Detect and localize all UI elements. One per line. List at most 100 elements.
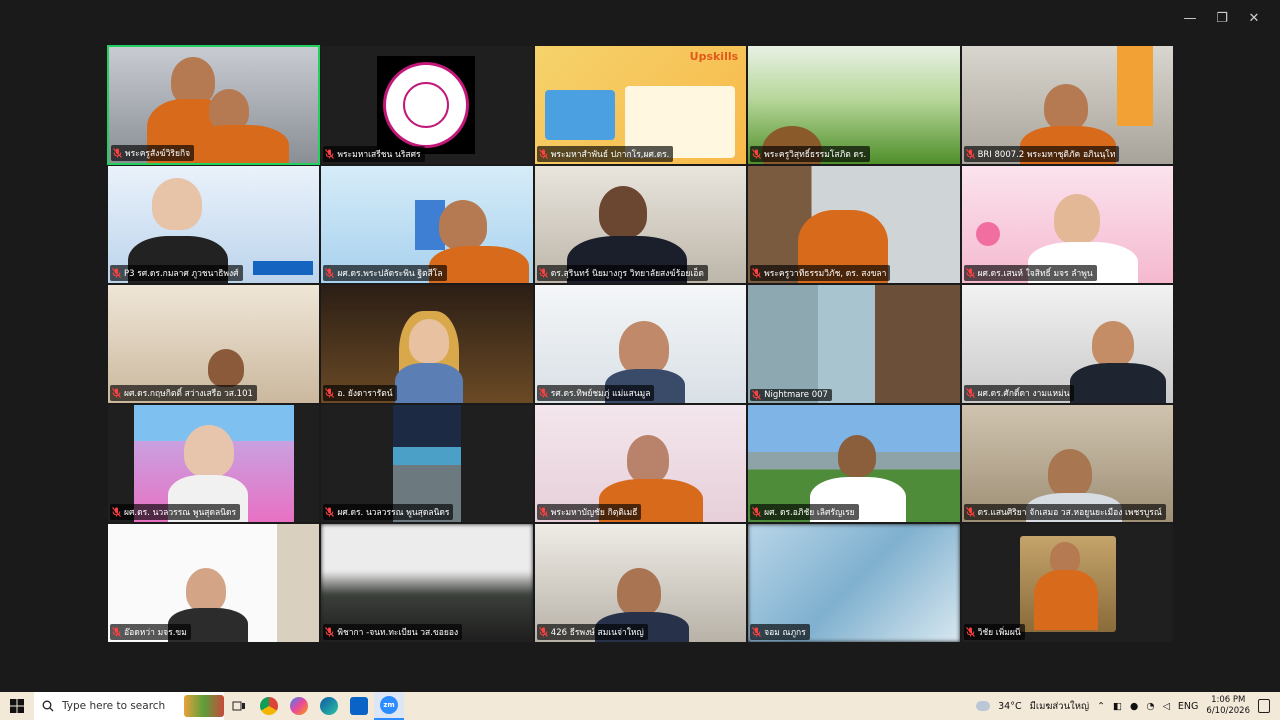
participant-name: BRI 8007.2 พระมหาชุติภัค อภินนฺโท bbox=[977, 149, 1116, 160]
participant-tile[interactable]: ดร.สุรินทร์ นิยมางกูร วิทยาลัยสงฆ์ร้อยเอ… bbox=[533, 164, 748, 285]
language-indicator[interactable]: ENG bbox=[1178, 701, 1198, 712]
participant-name-bar: พระมหาเสรีชน นริสศร bbox=[323, 145, 425, 162]
muted-mic-icon bbox=[538, 507, 548, 518]
muted-mic-icon bbox=[752, 389, 762, 400]
weather-temp[interactable]: 34°C bbox=[998, 701, 1021, 712]
participant-tile[interactable]: 426 ธีรพงษ์ สมเนจ่าใหญ่ bbox=[533, 523, 748, 643]
chrome-app-button[interactable] bbox=[254, 692, 284, 720]
taskbar-clock[interactable]: 1:06 PM 6/10/2026 bbox=[1206, 695, 1250, 717]
participant-name: ผศ. ดร.อภิชัย เลิศรัญเรย bbox=[764, 508, 855, 519]
participant-tile[interactable]: Nightmare 007 bbox=[747, 284, 961, 404]
taskbar: Type here to search zm 34°C มีเมฆส่วนใหญ… bbox=[0, 692, 1280, 720]
participant-name-bar: ผศ.ดร.ศักดิ์ดา งามแหม่น bbox=[963, 384, 1074, 401]
participant-tile[interactable]: ผศ.ดร. นวลวรรณ พูนสุดลนิดร bbox=[107, 403, 321, 524]
muted-mic-icon bbox=[325, 387, 335, 398]
participant-name-bar: อ๊อดหว่า มจร.ขม bbox=[110, 623, 191, 640]
participant-tile[interactable]: ผศ.ดร.กฤษกิตติ์ สว่างเสรือ วส.101 bbox=[107, 284, 321, 404]
participant-name: พระมหาเสรีชน นริสศร bbox=[337, 149, 421, 160]
participant-tile[interactable]: พระมหาบัญชัย กิตฺติเมธี bbox=[533, 403, 748, 524]
participant-tile[interactable]: พระมหาเสรีชน นริสศร bbox=[320, 45, 534, 165]
participant-name: รศ.ดร.ทิพย์ชมภู่ แม่แสนมูล bbox=[550, 388, 651, 399]
muted-mic-icon bbox=[752, 627, 762, 637]
network-icon[interactable]: ◧ bbox=[1113, 701, 1122, 712]
edge-app-button[interactable] bbox=[314, 692, 344, 720]
weather-icon bbox=[976, 701, 991, 711]
participant-tile[interactable]: ดร.แสนศิริยา จักเสมอ วส.หอยูนยะเมือง เพช… bbox=[960, 403, 1174, 524]
clock-time: 1:06 PM bbox=[1211, 695, 1246, 705]
participant-tile[interactable]: ผศ.ดร.ศักดิ์ดา งามแหม่น bbox=[960, 284, 1174, 404]
chevron-up-icon[interactable]: ⌃ bbox=[1097, 701, 1105, 712]
copilot-app-button[interactable] bbox=[284, 692, 314, 720]
muted-mic-icon bbox=[538, 387, 548, 398]
participant-tile[interactable]: P3 รศ.ดร.กมลาศ ภูวชนาธิพงศ์ bbox=[107, 164, 321, 285]
participant-name: อ๊อดหว่า มจร.ขม bbox=[124, 627, 187, 638]
notification-icon[interactable] bbox=[1258, 699, 1270, 713]
participant-name: พระครูวาทีธรรมวิภัช, ดร. สงขลา bbox=[764, 269, 887, 280]
participant-name: อ. ยังดารารัตน์ bbox=[337, 388, 393, 399]
participant-tile[interactable]: พระครูวาทีธรรมวิภัช, ดร. สงขลา bbox=[747, 164, 961, 285]
participant-name-bar: ผศ.ดร.กฤษกิตติ์ สว่างเสรือ วส.101 bbox=[110, 384, 257, 401]
participant-name: พระมหาบัญชัย กิตฺติเมธี bbox=[550, 508, 638, 519]
participant-tile[interactable]: รศ.ดร.ทิพย์ชมภู่ แม่แสนมูล bbox=[533, 284, 748, 404]
copilot-icon bbox=[290, 697, 308, 715]
zoom-app-button[interactable]: zm bbox=[374, 692, 404, 720]
task-view-button[interactable] bbox=[224, 692, 254, 720]
participant-tile[interactable]: วิชัย เพิ่มผนี bbox=[960, 523, 1174, 643]
taskbar-search-box[interactable]: Type here to search bbox=[34, 692, 224, 720]
wifi-icon[interactable]: ◔ bbox=[1146, 701, 1154, 712]
participant-name-bar: 426 ธีรพงษ์ สมเนจ่าใหญ่ bbox=[536, 623, 648, 640]
search-placeholder: Type here to search bbox=[62, 700, 166, 712]
maximize-button[interactable]: ❐ bbox=[1206, 8, 1238, 28]
edge-icon bbox=[320, 697, 338, 715]
participant-name: Nightmare 007 bbox=[764, 389, 828, 400]
zoom-icon: zm bbox=[380, 696, 398, 714]
participant-tile[interactable]: ผศ. ดร.อภิชัย เลิศรัญเรย bbox=[747, 403, 961, 524]
participant-name-bar: พระครูวาทีธรรมวิภัช, ดร. สงขลา bbox=[750, 265, 891, 282]
participant-name-bar: ผศ. ดร.อภิชัย เลิศรัญเรย bbox=[750, 504, 859, 521]
participant-name-bar: ผศ.ดร.พระปลัดระพิน ฐิตสีโล bbox=[323, 265, 447, 282]
participant-name: พระมหาสำพันธ์ ปภากโร,ผศ.ดร. bbox=[550, 149, 670, 160]
muted-mic-icon bbox=[325, 148, 335, 159]
muted-mic-icon bbox=[965, 507, 975, 518]
participant-name: P3 รศ.ดร.กมลาศ ภูวชนาธิพงศ์ bbox=[124, 269, 239, 280]
muted-mic-icon bbox=[112, 387, 121, 398]
close-button[interactable]: ✕ bbox=[1238, 8, 1270, 28]
muted-mic-icon bbox=[113, 147, 122, 158]
muted-mic-icon bbox=[538, 148, 548, 159]
outlook-app-button[interactable] bbox=[344, 692, 374, 720]
muted-mic-icon bbox=[752, 507, 762, 518]
participant-tile[interactable]: ผศ.ดร.เสนห์ ใจสิทธิ์ มจร ลำพูน bbox=[960, 164, 1174, 285]
participant-name-bar: อ. ยังดารารัตน์ bbox=[323, 384, 397, 401]
participant-name-bar: ผศ.ดร. นวลวรรณ พูนสุดลนิดร bbox=[323, 504, 454, 521]
participant-name: 426 ธีรพงษ์ สมเนจ่าใหญ่ bbox=[550, 627, 644, 638]
volume-icon[interactable]: ◁ bbox=[1163, 701, 1170, 712]
participant-name: พระครูวิสุทธิ์ธรรมโสภิต ดร. bbox=[764, 149, 867, 160]
weather-desc: มีเมฆส่วนใหญ่ bbox=[1029, 700, 1090, 712]
windows-start-button[interactable] bbox=[0, 692, 34, 720]
participant-tile[interactable]: Upskills พระมหาสำพันธ์ ปภากโร,ผศ.ดร. bbox=[533, 45, 748, 165]
participant-tile[interactable]: จอม ณภูกร bbox=[747, 523, 961, 643]
participant-tile[interactable]: พระครูสังฆ์วิริยกิจ bbox=[107, 45, 321, 165]
participant-name-bar: ผศ.ดร.เสนห์ ใจสิทธิ์ มจร ลำพูน bbox=[963, 265, 1097, 282]
participant-tile[interactable]: BRI 8007.2 พระมหาชุติภัค อภินนฺโท bbox=[960, 45, 1174, 165]
muted-mic-icon bbox=[325, 627, 335, 637]
participant-name: ผศ.ดร.กฤษกิตติ์ สว่างเสรือ วส.101 bbox=[124, 388, 253, 399]
participant-name: ผศ.ดร.เสนห์ ใจสิทธิ์ มจร ลำพูน bbox=[977, 269, 1093, 280]
participant-name: ผศ.ดร.พระปลัดระพิน ฐิตสีโล bbox=[337, 269, 443, 280]
participant-name-bar: พระมหาสำพันธ์ ปภากโร,ผศ.ดร. bbox=[536, 145, 674, 162]
search-icon bbox=[42, 700, 54, 712]
window-controls: — ❐ ✕ bbox=[1174, 8, 1270, 28]
participant-tile[interactable]: พิชากา -จนท.ทะเบียน วส.ขอยอง bbox=[320, 523, 534, 643]
microphone-tray-icon[interactable]: ● bbox=[1130, 701, 1138, 712]
participant-tile[interactable]: อ. ยังดารารัตน์ bbox=[320, 284, 534, 404]
system-tray: 34°C มีเมฆส่วนใหญ่ ⌃ ◧ ● ◔ ◁ ENG 1:06 PM… bbox=[976, 692, 1280, 720]
participant-name-bar: Nightmare 007 bbox=[750, 388, 832, 401]
participant-tile[interactable]: พระครูวิสุทธิ์ธรรมโสภิต ดร. bbox=[747, 45, 961, 165]
participant-tile[interactable]: ผศ.ดร.พระปลัดระพิน ฐิตสีโล bbox=[320, 164, 534, 285]
participant-tile[interactable]: อ๊อดหว่า มจร.ขม bbox=[107, 523, 321, 643]
participant-tile[interactable]: ผศ.ดร. นวลวรรณ พูนสุดลนิดร bbox=[320, 403, 534, 524]
participant-name-bar: P3 รศ.ดร.กมลาศ ภูวชนาธิพงศ์ bbox=[110, 265, 243, 282]
muted-mic-icon bbox=[965, 148, 975, 159]
gallery-grid: พระครูสังฆ์วิริยกิจ พระมหาเสรีชน นริสศร … bbox=[107, 45, 1174, 643]
minimize-button[interactable]: — bbox=[1174, 8, 1206, 28]
